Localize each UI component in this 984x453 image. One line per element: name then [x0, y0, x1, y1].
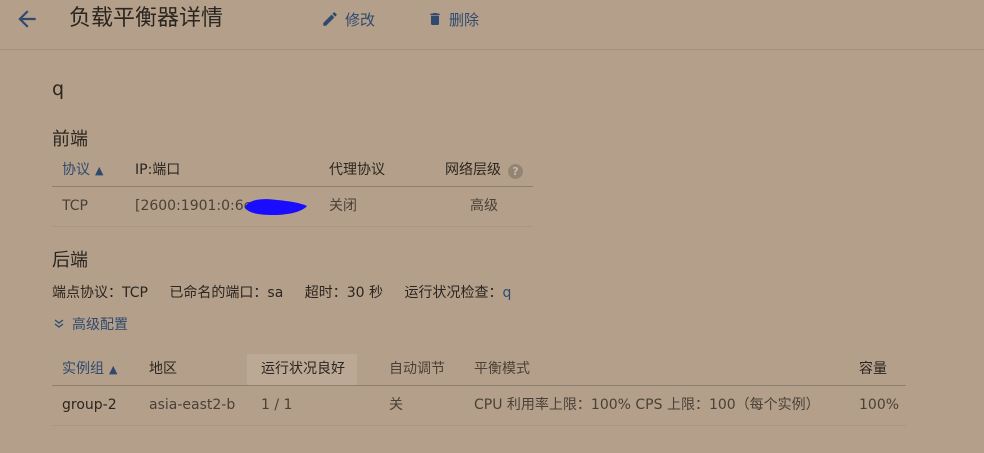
backend-region-value: asia-east2-b: [149, 397, 236, 413]
backend-capacity-value: 100%: [859, 397, 900, 413]
delete-button[interactable]: 删除: [427, 8, 479, 30]
named-port-label: 已命名的端口：: [169, 285, 268, 301]
named-port-value: sa: [267, 285, 284, 301]
backend-table-header: 实例组 ▲ 地区 运行状况良好 自动调节 平衡模式 容量: [52, 354, 906, 386]
back-button[interactable]: [14, 6, 40, 32]
endpoint-protocol-label: 端点协议：: [52, 285, 122, 301]
backend-table: 实例组 ▲ 地区 运行状况良好 自动调节 平衡模式 容量 group-2 asia…: [52, 354, 906, 426]
table-row: group-2 asia-east2-b 1 / 1 关 CPU 利用率上限：1…: [52, 386, 906, 426]
backend-col-capacity: 容量: [859, 361, 887, 377]
advanced-config-label: 高级配置: [72, 317, 128, 333]
edit-button[interactable]: 修改: [321, 8, 375, 30]
backend-col-group[interactable]: 实例组 ▲: [62, 354, 117, 385]
page-title: 负载平衡器详情: [69, 6, 224, 31]
frontend-col-ip-port: IP:端口: [135, 162, 181, 178]
frontend-protocol-value: TCP: [62, 198, 88, 214]
backend-summary: 端点协议：TCP 已命名的端口：sa 超时：30 秒 运行状况检查：q: [52, 283, 511, 303]
health-check-label: 运行状况检查：: [404, 285, 503, 301]
health-check-link[interactable]: q: [502, 285, 511, 301]
frontend-table-header: 协议 ▲ IP:端口 代理协议 网络层级?: [52, 155, 533, 187]
delete-label: 删除: [449, 10, 480, 29]
timeout-value: 30 秒: [346, 285, 383, 301]
trash-icon: [430, 13, 440, 25]
arrow-left-icon: [18, 10, 36, 28]
backend-health-value: 1 / 1: [261, 397, 293, 413]
load-balancer-name: q: [52, 78, 65, 100]
help-icon[interactable]: ?: [508, 164, 523, 179]
backend-section-title: 后端: [52, 250, 88, 271]
backend-col-autoscale: 自动调节: [389, 361, 445, 377]
frontend-col-proxy: 代理协议: [329, 162, 385, 178]
frontend-col-tier: 网络层级?: [445, 155, 523, 186]
backend-col-region: 地区: [149, 361, 177, 377]
edit-label: 修改: [345, 10, 376, 29]
frontend-ip-port-value: [2600:1901:0:6c: [135, 198, 252, 214]
backend-col-mode: 平衡模式: [474, 361, 530, 377]
advanced-config-toggle[interactable]: 高级配置: [54, 314, 128, 334]
sort-up-icon: ▲: [95, 164, 104, 177]
frontend-section-title: 前端: [52, 129, 88, 150]
sort-up-icon: ▲: [109, 363, 118, 376]
frontend-col-tier-label: 网络层级: [445, 162, 501, 178]
endpoint-protocol-value: TCP: [122, 285, 148, 301]
timeout-label: 超时：: [304, 285, 347, 301]
pencil-icon: [323, 12, 337, 26]
backend-col-group-label: 实例组: [62, 361, 104, 377]
backend-group-value: group-2: [62, 397, 117, 413]
chevron-down-icon: [54, 318, 64, 331]
frontend-proxy-value: 关闭: [329, 198, 357, 214]
backend-col-health: 运行状况良好: [261, 361, 345, 377]
frontend-col-protocol[interactable]: 协议 ▲: [62, 155, 103, 186]
redaction-scribble: [245, 199, 307, 215]
top-bar: 负载平衡器详情 修改 删除: [0, 0, 984, 50]
backend-autoscale-value: 关: [389, 397, 403, 413]
backend-mode-value: CPU 利用率上限：100% CPS 上限：100（每个实例）: [474, 397, 820, 413]
frontend-tier-value: 高级: [470, 198, 498, 214]
frontend-col-protocol-label: 协议: [62, 162, 90, 178]
